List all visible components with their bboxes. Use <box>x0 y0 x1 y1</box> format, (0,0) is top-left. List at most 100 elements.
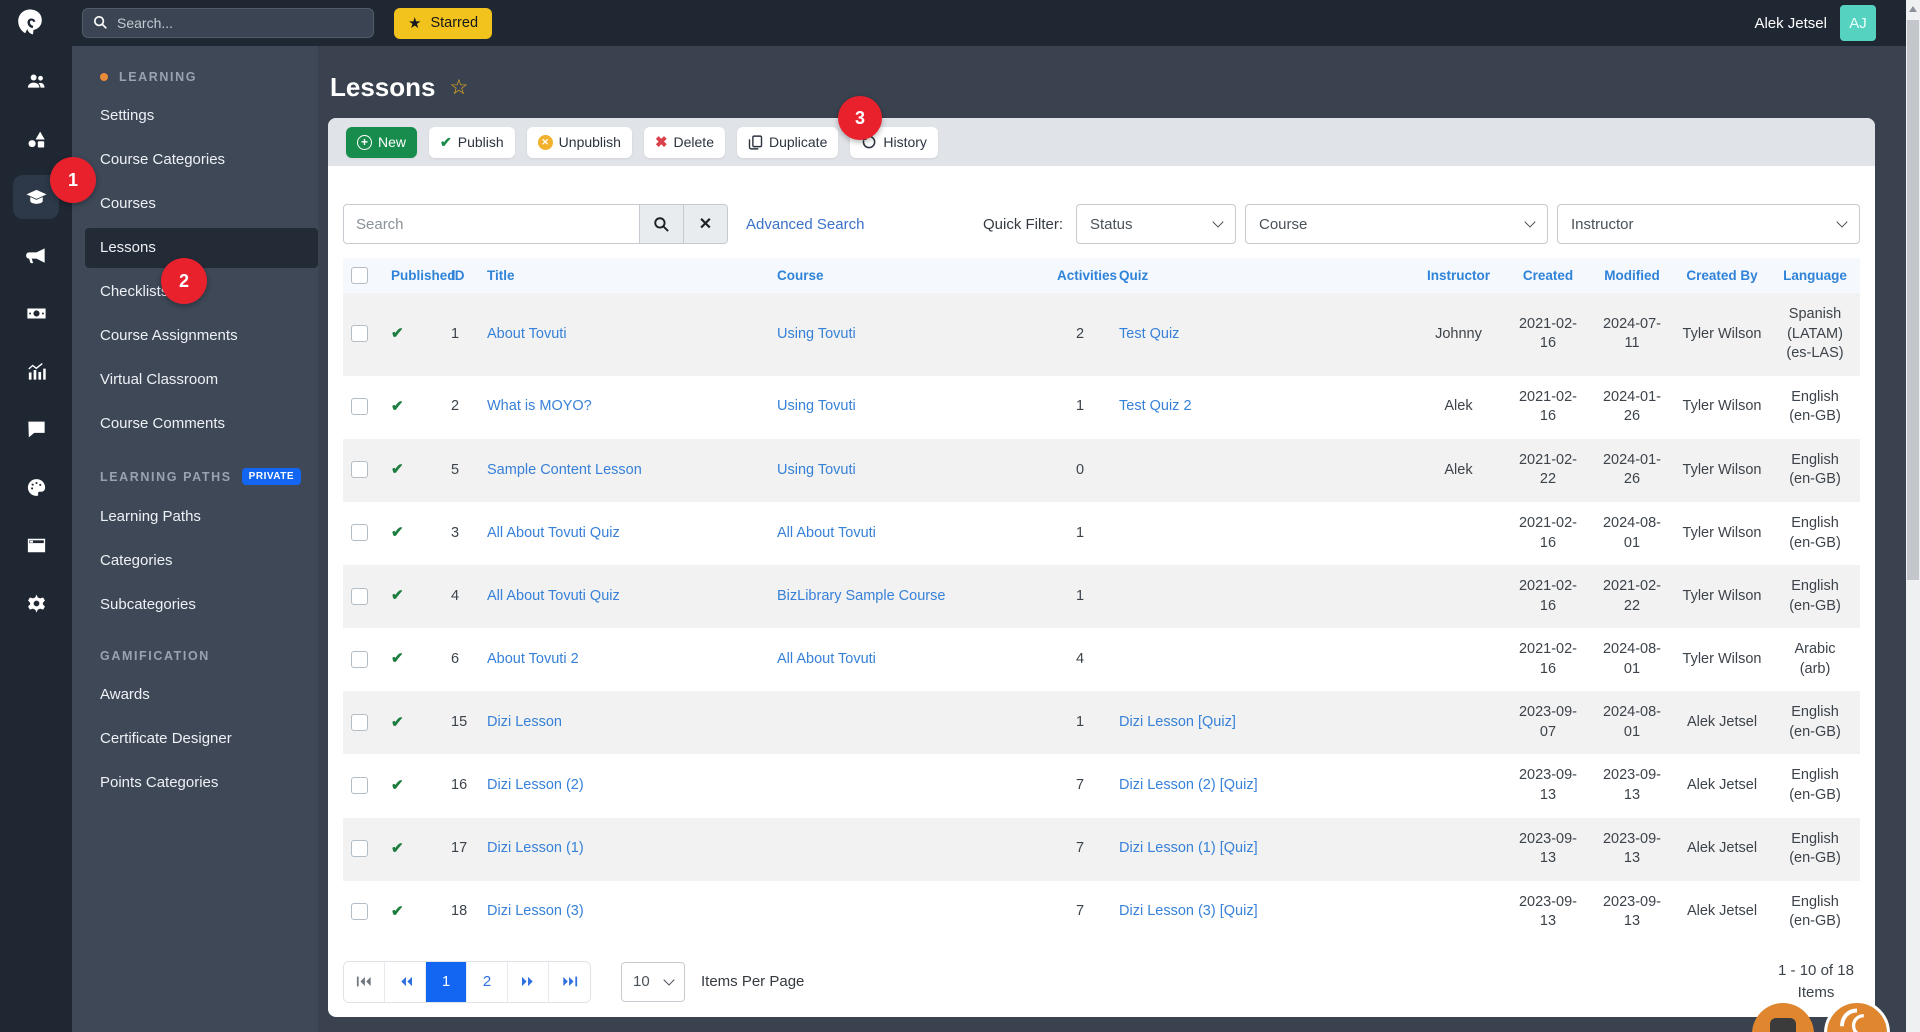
column-header-modified[interactable]: Modified <box>1590 258 1674 293</box>
brand-launcher-button[interactable] <box>1824 1000 1890 1032</box>
row-checkbox[interactable] <box>351 903 368 921</box>
advanced-search-link[interactable]: Advanced Search <box>746 216 864 233</box>
sidebar-item-subcategories[interactable]: Subcategories <box>72 585 318 625</box>
pagination-last-button[interactable] <box>549 961 590 1002</box>
cell-link[interactable]: About Tovuti 2 <box>487 651 579 667</box>
publish-button[interactable]: ✔ Publish <box>429 126 515 158</box>
lesson-quiz <box>1111 502 1411 565</box>
column-header-quiz[interactable]: Quiz <box>1111 258 1411 293</box>
cell-link[interactable]: BizLibrary Sample Course <box>777 588 945 604</box>
pagination-next-button[interactable] <box>508 961 549 1002</box>
cell-link[interactable]: Dizi Lesson (1) [Quiz] <box>1119 840 1258 856</box>
sidebar-item-points-categories[interactable]: Points Categories <box>72 763 318 803</box>
row-checkbox[interactable] <box>351 587 368 605</box>
row-checkbox[interactable] <box>351 776 368 794</box>
cell-link[interactable]: Dizi Lesson <box>487 714 562 730</box>
cell-link[interactable]: All About Tovuti Quiz <box>487 588 620 604</box>
course-filter-select[interactable]: Course <box>1245 204 1548 244</box>
cell-link[interactable]: Sample Content Lesson <box>487 462 642 478</box>
pagination-first-button[interactable] <box>344 961 385 1002</box>
cell-link[interactable]: Dizi Lesson (2) [Quiz] <box>1119 777 1258 793</box>
cell-link[interactable]: Test Quiz 2 <box>1119 398 1192 414</box>
money-icon[interactable] <box>13 291 59 335</box>
cell-link[interactable]: Dizi Lesson (2) <box>487 777 584 793</box>
sidebar-item-lessons[interactable]: Lessons <box>85 228 318 268</box>
sidebar-item-learning-paths[interactable]: Learning Paths <box>72 497 318 537</box>
cell-link[interactable]: About Tovuti <box>487 326 567 342</box>
clear-search-button[interactable]: ✕ <box>684 204 728 244</box>
analytics-icon[interactable] <box>13 349 59 393</box>
global-search-input[interactable] <box>82 8 374 38</box>
row-checkbox[interactable] <box>351 325 368 343</box>
avatar[interactable]: AJ <box>1840 5 1876 41</box>
cell-link[interactable]: Dizi Lesson (3) <box>487 903 584 919</box>
pagination-prev-button[interactable] <box>385 961 426 1002</box>
published-check-icon: ✔ <box>391 776 404 794</box>
cell-link[interactable]: What is MOYO? <box>487 398 592 414</box>
column-header-course[interactable]: Course <box>769 258 1049 293</box>
row-checkbox[interactable] <box>351 840 368 858</box>
search-button[interactable] <box>640 204 684 244</box>
row-checkbox[interactable] <box>351 650 368 668</box>
column-header-activities[interactable]: Activities <box>1049 258 1117 293</box>
duplicate-button[interactable]: Duplicate <box>736 126 839 158</box>
instructor-filter-select[interactable]: Instructor <box>1557 204 1860 244</box>
column-header-published[interactable]: Published <box>383 258 456 293</box>
lesson-id: 16 <box>451 777 468 794</box>
starred-button[interactable]: ★ Starred <box>394 7 493 39</box>
cell-link[interactable]: Using Tovuti <box>777 462 856 478</box>
column-header-title[interactable]: Title <box>479 258 769 293</box>
sidebar-item-awards[interactable]: Awards <box>72 675 318 715</box>
status-filter-select[interactable]: Status <box>1076 204 1236 244</box>
new-button[interactable]: + New <box>346 126 418 158</box>
items-per-page-select[interactable]: 10 <box>621 961 685 1002</box>
sidebar-item-courses[interactable]: Courses <box>72 184 318 224</box>
cell-link[interactable]: All About Tovuti <box>777 651 876 667</box>
sidebar-item-course-categories[interactable]: Course Categories <box>72 140 318 180</box>
cell-link[interactable]: Dizi Lesson [Quiz] <box>1119 714 1236 730</box>
unpublish-button[interactable]: ✕ Unpublish <box>526 126 632 158</box>
sidebar-item-settings[interactable]: Settings <box>72 96 318 136</box>
cell-link[interactable]: Using Tovuti <box>777 398 856 414</box>
nav-section-header: LEARNING PATHS PRIVATE <box>72 468 318 485</box>
pagination-page-1[interactable]: 1 <box>426 961 467 1002</box>
window-icon[interactable] <box>13 523 59 567</box>
scrollbar-thumb[interactable] <box>1907 20 1919 580</box>
chat-icon[interactable] <box>13 407 59 451</box>
lesson-title: Sample Content Lesson <box>479 439 769 502</box>
pagination-page-2[interactable]: 2 <box>467 961 508 1002</box>
scrollbar-up-arrow[interactable] <box>1909 6 1917 12</box>
cell-link[interactable]: Dizi Lesson (1) <box>487 840 584 856</box>
users-icon[interactable] <box>13 59 59 103</box>
gear-icon[interactable] <box>13 581 59 625</box>
cell-link[interactable]: Using Tovuti <box>777 326 856 342</box>
select-all-checkbox[interactable] <box>351 267 368 284</box>
megaphone-icon[interactable] <box>13 233 59 277</box>
sidebar-item-categories[interactable]: Categories <box>72 541 318 581</box>
delete-button[interactable]: ✖ Delete <box>643 126 725 158</box>
cell-link[interactable]: All About Tovuti Quiz <box>487 525 620 541</box>
cell-link[interactable]: Dizi Lesson (3) [Quiz] <box>1119 903 1258 919</box>
sidebar-item-certificate-designer[interactable]: Certificate Designer <box>72 719 318 759</box>
column-header-created-by[interactable]: Created By <box>1674 258 1770 293</box>
lesson-title: About Tovuti <box>479 293 769 376</box>
palette-icon[interactable] <box>13 465 59 509</box>
row-checkbox[interactable] <box>351 713 368 731</box>
sidebar-item-course-assignments[interactable]: Course Assignments <box>72 316 318 356</box>
column-header-language[interactable]: Language <box>1770 258 1860 293</box>
row-checkbox[interactable] <box>351 461 368 479</box>
cell-link[interactable]: All About Tovuti <box>777 525 876 541</box>
favorite-star-icon[interactable]: ☆ <box>450 75 469 100</box>
sidebar-item-course-comments[interactable]: Course Comments <box>72 404 318 444</box>
cell-link[interactable]: Test Quiz <box>1119 326 1179 342</box>
table-header-row: Published ID Title Course Activities Quiz Inst… <box>343 258 1860 293</box>
lesson-modified: 2023-09-13 <box>1602 767 1662 803</box>
column-header-created[interactable]: Created <box>1506 258 1590 293</box>
row-checkbox[interactable] <box>351 398 368 416</box>
tovuti-logo[interactable] <box>14 6 48 40</box>
sidebar-item-virtual-classroom[interactable]: Virtual Classroom <box>72 360 318 400</box>
shapes-icon[interactable] <box>13 117 59 161</box>
table-search-input[interactable] <box>343 204 640 244</box>
column-header-instructor[interactable]: Instructor <box>1411 258 1506 293</box>
row-checkbox[interactable] <box>351 524 368 542</box>
